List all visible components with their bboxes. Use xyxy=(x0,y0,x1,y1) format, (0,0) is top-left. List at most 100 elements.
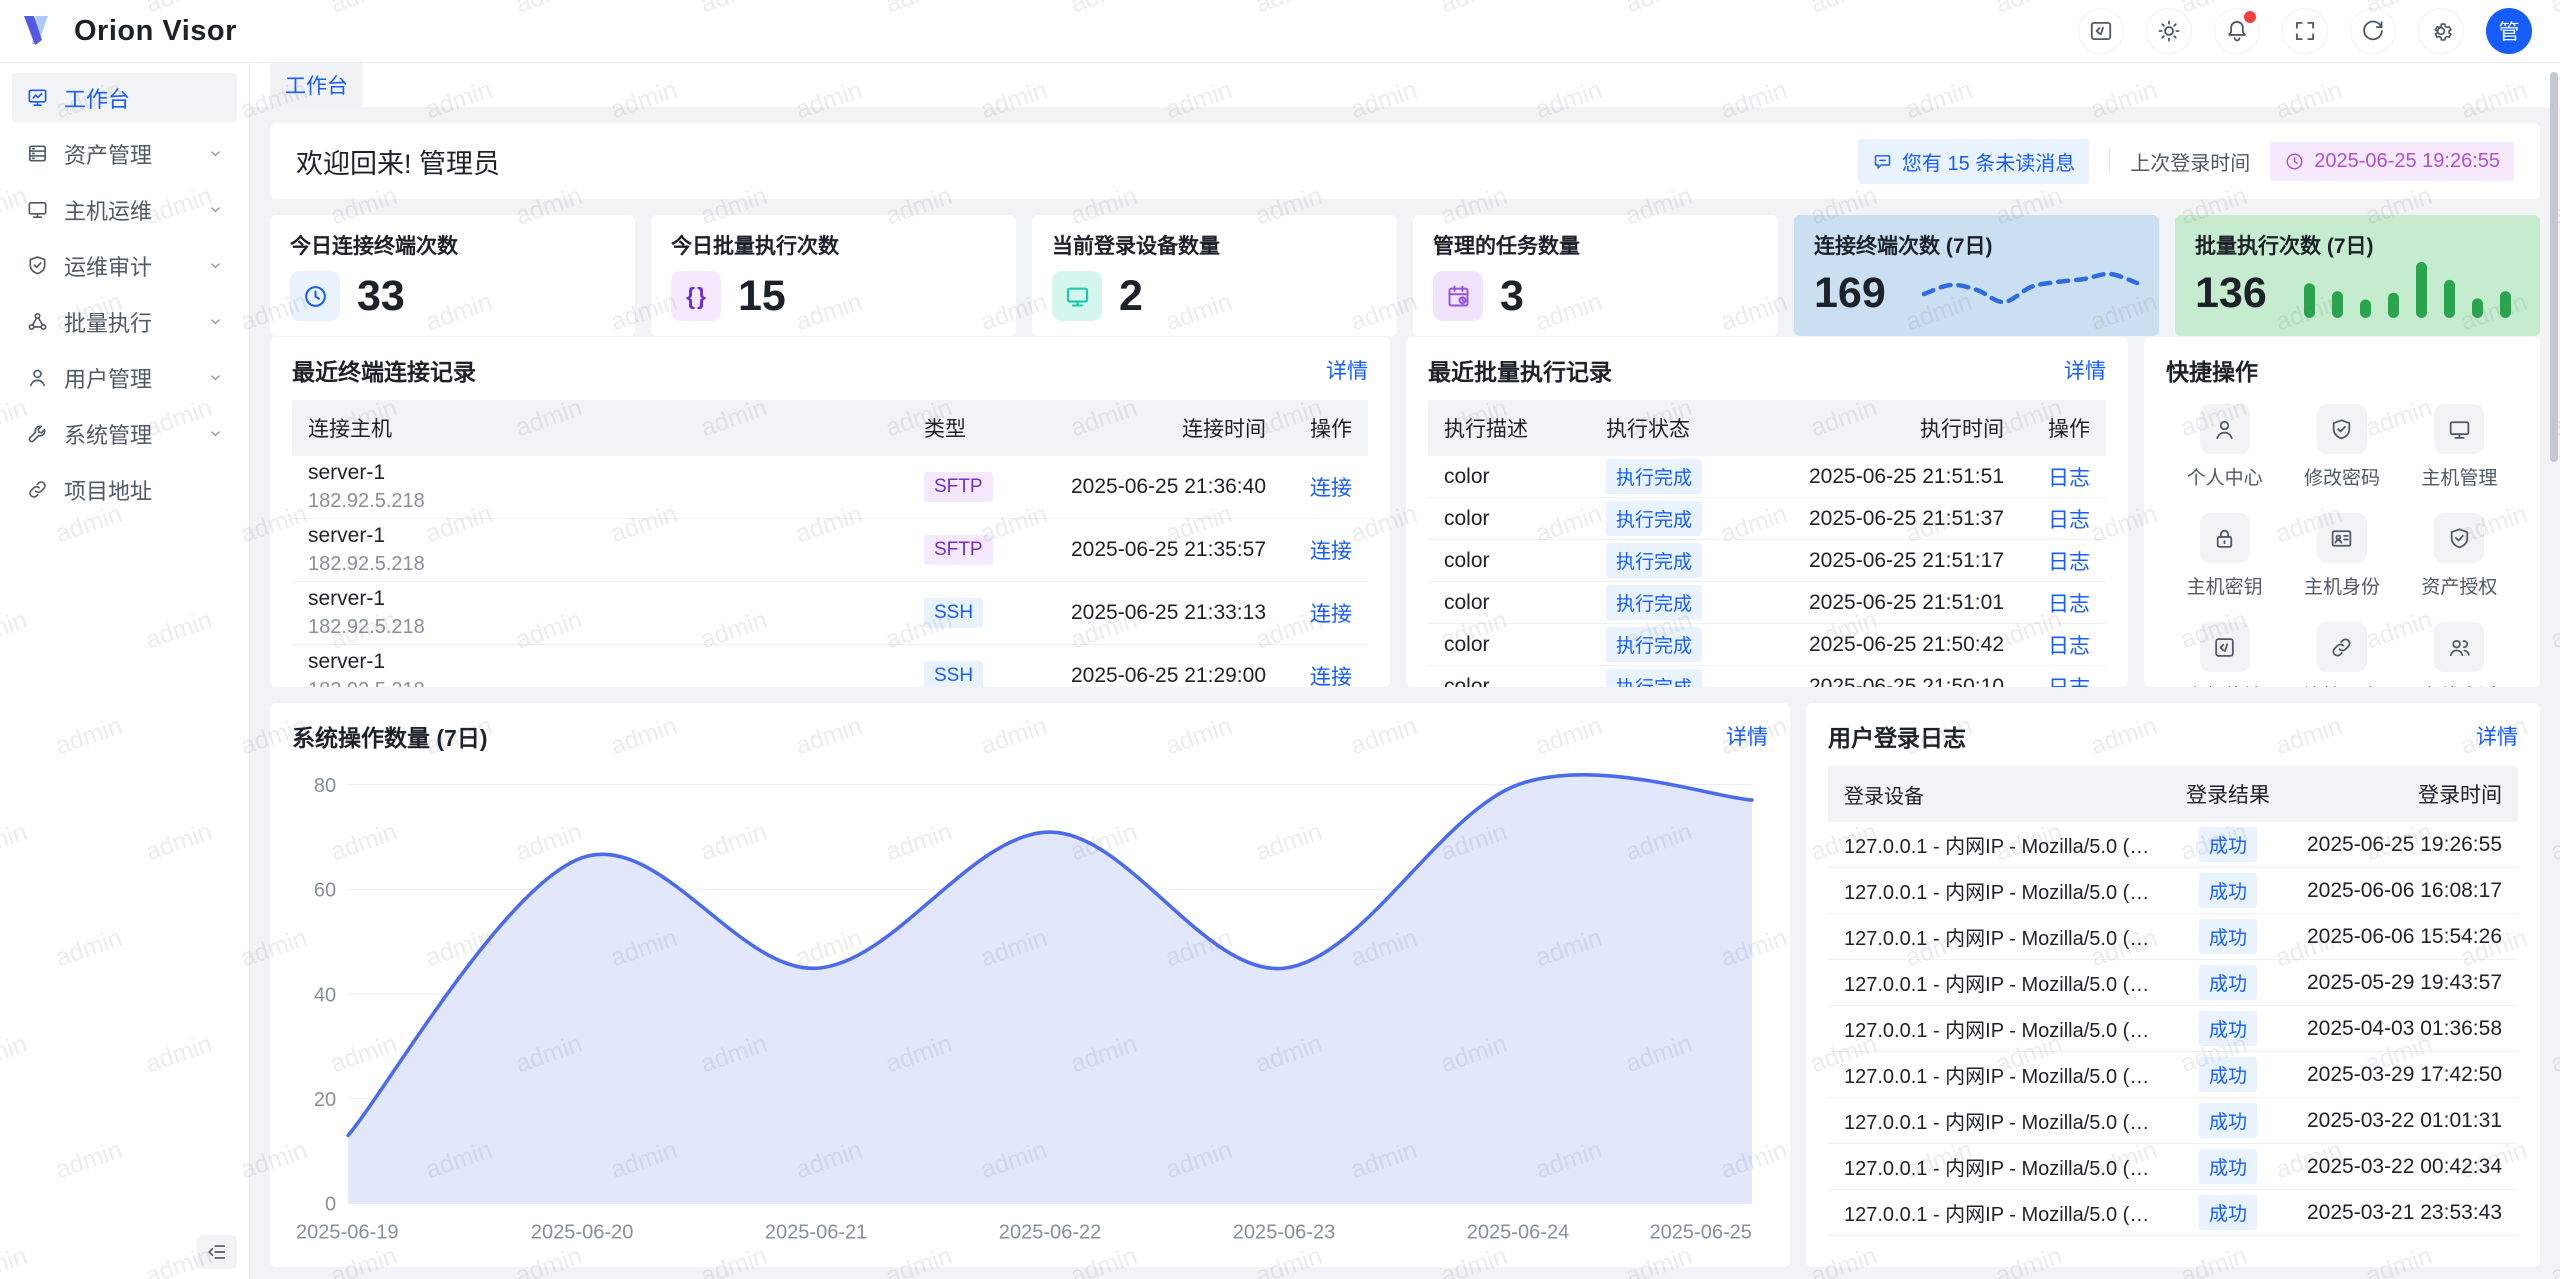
monitor-icon xyxy=(2434,404,2484,454)
quick-action-host-identity[interactable]: 主机身份 xyxy=(2283,513,2400,599)
connect-link[interactable]: 连接 xyxy=(1310,540,1352,563)
sidebar-item-project-link[interactable]: 项目地址 xyxy=(12,465,237,514)
log-link[interactable]: 日志 xyxy=(2048,509,2090,532)
host-name: server-1 xyxy=(308,460,892,486)
login-device: 127.0.0.1 - 内网IP - Mozilla/5.0 (Windows … xyxy=(1828,1106,2170,1135)
login-result-tag: 成功 xyxy=(2199,1011,2257,1046)
operations-chart: 0204060802025-06-192025-06-202025-06-212… xyxy=(292,766,1768,1251)
svg-text:2025-06-22: 2025-06-22 xyxy=(999,1221,1101,1243)
exec-time: 2025-06-25 21:51:37 xyxy=(1758,507,2020,531)
gear-icon xyxy=(2428,18,2454,44)
table-header: 执行描述 执行状态 执行时间 操作 xyxy=(1428,400,2106,456)
chevron-down-icon xyxy=(208,421,223,447)
orion-visor-logo-icon xyxy=(22,14,60,48)
panel-title: 最近批量执行记录 xyxy=(1428,353,1612,387)
quick-action-change-password[interactable]: 修改密码 xyxy=(2283,404,2400,490)
user-avatar[interactable]: 管 xyxy=(2486,8,2532,54)
theme-toggle-button[interactable] xyxy=(2146,8,2192,54)
login-device: 127.0.0.1 - 内网IP - Mozilla/5.0 (Windows … xyxy=(1828,968,2170,997)
connect-link[interactable]: 连接 xyxy=(1310,603,1352,626)
message-icon xyxy=(1872,151,1893,172)
sidebar-item-user-mgmt[interactable]: 用户管理 xyxy=(12,353,237,402)
quick-action-profile[interactable]: 个人中心 xyxy=(2166,404,2283,490)
wrench-icon xyxy=(26,422,49,445)
log-link[interactable]: 日志 xyxy=(2048,677,2090,688)
settings-button[interactable] xyxy=(2418,8,2464,54)
exec-time: 2025-06-25 21:51:17 xyxy=(1758,549,2020,573)
col-desc: 执行描述 xyxy=(1428,400,1590,456)
exec-desc: color xyxy=(1428,549,1590,573)
unread-messages-chip[interactable]: 您有 15 条未读消息 xyxy=(1858,139,2089,184)
quick-action-host-key[interactable]: 主机密钥 xyxy=(2166,513,2283,599)
chart-detail-link[interactable]: 详情 xyxy=(1726,721,1768,751)
sidebar-item-batch-exec[interactable]: 批量执行 xyxy=(12,297,237,346)
login-result-tag: 成功 xyxy=(2199,919,2257,954)
sidebar-item-workbench[interactable]: 工作台 xyxy=(12,73,237,122)
quick-action-online-session[interactable]: 在线会话 xyxy=(2401,622,2518,687)
terminal-records-panel: 最近终端连接记录 详情 连接主机 类型 连接时间 操作 xyxy=(270,337,1390,687)
code-embed-button[interactable] xyxy=(2078,8,2124,54)
col-device: 登录设备 xyxy=(1828,767,2170,822)
login-device: 127.0.0.1 - 内网IP - Mozilla/5.0 (Windows … xyxy=(1828,830,2170,859)
chevron-down-icon xyxy=(208,197,223,223)
clock-history-icon xyxy=(290,271,340,321)
exec-detail-link[interactable]: 详情 xyxy=(2064,355,2106,385)
table-row: color 执行完成 2025-06-25 21:51:51 日志 xyxy=(1428,456,2106,498)
log-link[interactable]: 日志 xyxy=(2048,467,2090,490)
notifications-button[interactable] xyxy=(2214,8,2260,54)
braces-icon: { } xyxy=(671,271,721,321)
sidebar-item-label: 资产管理 xyxy=(64,138,193,170)
users-group-icon xyxy=(2434,622,2484,672)
stat-label: 今日批量执行次数 xyxy=(671,230,996,260)
svg-text:20: 20 xyxy=(314,1089,336,1111)
svg-text:40: 40 xyxy=(314,984,336,1006)
stat-card-tasks: 管理的任务数量 3 xyxy=(1413,215,1778,336)
user-icon xyxy=(2200,404,2250,454)
login-detail-link[interactable]: 详情 xyxy=(2476,721,2518,751)
last-login-time-chip: 2025-06-25 19:26:55 xyxy=(2270,142,2514,181)
connect-link[interactable]: 连接 xyxy=(1310,477,1352,500)
sidebar-item-assets[interactable]: 资产管理 xyxy=(12,129,237,178)
scrollbar-thumb[interactable] xyxy=(2550,72,2558,462)
table-row: 127.0.0.1 - 内网IP - Mozilla/5.0 (Windows … xyxy=(1828,1144,2518,1190)
id-card-icon xyxy=(2317,513,2367,563)
sidebar-item-label: 工作台 xyxy=(64,82,223,114)
host-name: server-1 xyxy=(308,523,892,549)
chevron-down-icon xyxy=(208,253,223,279)
clock-icon xyxy=(2284,151,2305,172)
app-title: Orion Visor xyxy=(74,15,237,48)
terminal-detail-link[interactable]: 详情 xyxy=(1326,355,1368,385)
quick-action-connect-log[interactable]: 连接日志 xyxy=(2283,622,2400,687)
breadcrumb: 工作台 xyxy=(250,63,2560,107)
stats-row: 今日连接终端次数 33 今日批量执行次数 { } 15 xyxy=(270,215,2540,321)
log-link[interactable]: 日志 xyxy=(2048,635,2090,658)
quick-action-host-mgmt[interactable]: 主机管理 xyxy=(2401,404,2518,490)
protocol-tag: SSH xyxy=(924,598,983,628)
table-header: 连接主机 类型 连接时间 操作 xyxy=(292,400,1368,456)
fullscreen-button[interactable] xyxy=(2282,8,2328,54)
connect-link[interactable]: 连接 xyxy=(1310,666,1352,687)
table-row: color 执行完成 2025-06-25 21:50:42 日志 xyxy=(1428,624,2106,666)
last-login-label: 上次登录时间 xyxy=(2130,147,2250,176)
exec-desc: color xyxy=(1428,591,1590,615)
exec-time: 2025-06-25 21:50:42 xyxy=(1758,633,2020,657)
user-icon xyxy=(26,366,49,389)
log-link[interactable]: 日志 xyxy=(2048,551,2090,574)
sidebar-item-system-mgmt[interactable]: 系统管理 xyxy=(12,409,237,458)
breadcrumb-workbench[interactable]: 工作台 xyxy=(270,63,363,107)
quick-action-asset-auth[interactable]: 资产授权 xyxy=(2401,513,2518,599)
login-time: 2025-06-06 15:54:26 xyxy=(2286,925,2518,949)
sidebar-collapse-button[interactable] xyxy=(197,1235,237,1269)
shield-check-icon xyxy=(2434,513,2484,563)
refresh-button[interactable] xyxy=(2350,8,2396,54)
protocol-tag: SSH xyxy=(924,661,983,687)
login-time: 2025-05-29 19:43:57 xyxy=(2286,971,2518,995)
table-row: 127.0.0.1 - 内网IP - Mozilla/5.0 (Windows … xyxy=(1828,1006,2518,1052)
refresh-icon xyxy=(2360,18,2386,44)
sidebar-item-host-ops[interactable]: 主机运维 xyxy=(12,185,237,234)
quick-action-host-terminal[interactable]: 主机终端 xyxy=(2166,622,2283,687)
col-time: 连接时间 xyxy=(1020,400,1282,456)
login-device: 127.0.0.1 - 内网IP - Mozilla/5.0 (Windows … xyxy=(1828,876,2170,905)
sidebar-item-audit[interactable]: 运维审计 xyxy=(12,241,237,290)
log-link[interactable]: 日志 xyxy=(2048,593,2090,616)
